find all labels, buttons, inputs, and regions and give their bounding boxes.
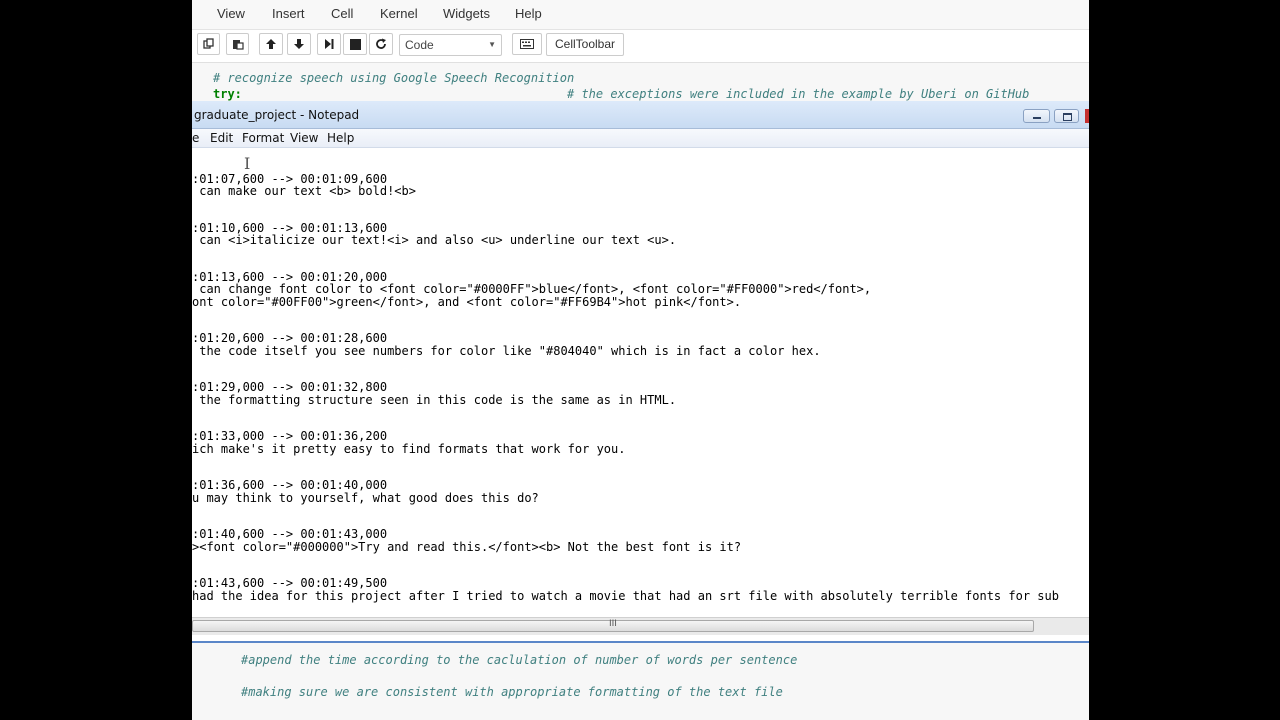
text-line: can <i>italicize our text!<i> and also <… [192,233,677,248]
menu-widgets[interactable]: Widgets [443,6,490,21]
code-comment: #append the time according to the caclul… [241,653,798,667]
minimize-button[interactable] [1023,109,1050,123]
text-line: the formatting structure seen in this co… [192,392,677,407]
top-code-cell[interactable]: # recognize speech using Google Speech R… [192,62,1089,102]
menu-help[interactable]: Help [327,131,354,145]
command-palette-button[interactable] [512,33,542,55]
bottom-code-cell[interactable]: #append the time according to the caclul… [192,643,1089,720]
menu-cell[interactable]: Cell [331,6,353,21]
restart-kernel-button[interactable] [369,33,393,55]
copy-icon [202,38,214,49]
grip-icon: III [609,619,617,629]
notepad-titlebar[interactable]: graduate_project - Notepad [192,101,1089,129]
menu-insert[interactable]: Insert [272,6,305,21]
celltoolbar-button[interactable]: CellToolbar [546,33,625,56]
cell-type-value: Code [405,38,434,52]
horizontal-scrollbar[interactable]: III [192,617,1089,635]
jupyter-menubar: View Insert Cell Kernel Widgets Help [192,0,1089,30]
copy-cell-button[interactable] [197,33,220,55]
chevron-down-icon: ▼ [488,40,496,49]
text-cursor-icon: I [244,154,251,173]
scrollbar-thumb[interactable]: III [192,619,1034,632]
keyboard-icon [520,39,534,49]
notepad-menubar: e Edit Format View Help [192,129,1089,148]
notepad-text-area[interactable]: I :01:07,600 --> 00:01:09,600 can make o… [192,148,1089,617]
stop-icon [349,38,361,50]
text-line: ich make's it pretty easy to find format… [192,441,626,456]
menu-view[interactable]: View [217,6,245,21]
code-keyword: try: [213,87,242,101]
minimize-icon [1033,117,1041,119]
interrupt-kernel-button[interactable] [343,33,367,55]
text-line: had the idea for this project after I tr… [192,588,1059,603]
menu-kernel[interactable]: Kernel [380,6,418,21]
run-cell-button[interactable] [317,33,341,55]
code-comment: # recognize speech using Google Speech R… [213,71,575,85]
menu-file[interactable]: e [192,131,199,145]
menu-format[interactable]: Format [242,131,284,145]
code-comment: #making sure we are consistent with appr… [241,685,783,699]
refresh-icon [376,38,386,49]
close-button[interactable] [1085,109,1089,123]
arrow-down-icon [294,39,304,49]
text-line: ont color="#00FF00">green</font>, and <f… [192,294,742,309]
step-forward-icon [325,39,334,49]
move-cell-up-button[interactable] [259,33,283,55]
screen: View Insert Cell Kernel Widgets Help Cod [192,0,1089,720]
text-line: the code itself you see numbers for colo… [192,343,821,358]
paste-cell-button[interactable] [226,33,249,55]
cell-type-select[interactable]: Code ▼ [399,34,502,56]
menu-view[interactable]: View [290,131,318,145]
move-cell-down-button[interactable] [287,33,311,55]
code-comment: # the exceptions were included in the ex… [567,87,1030,101]
restore-icon [1063,113,1072,121]
paste-icon [232,40,244,50]
maximize-button[interactable] [1054,109,1079,123]
arrow-up-icon [266,39,276,49]
menu-edit[interactable]: Edit [210,131,233,145]
text-line: can make our text <b> bold!<b> [192,184,416,199]
notepad-window: graduate_project - Notepad e Edit Format… [192,101,1089,643]
text-line: ><font color="#000000">Try and read this… [192,539,742,554]
window-title: graduate_project - Notepad [194,108,360,122]
menu-help[interactable]: Help [515,6,542,21]
jupyter-toolbar: Code ▼ CellToolbar [192,30,1089,61]
text-line: u may think to yourself, what good does … [192,490,539,505]
